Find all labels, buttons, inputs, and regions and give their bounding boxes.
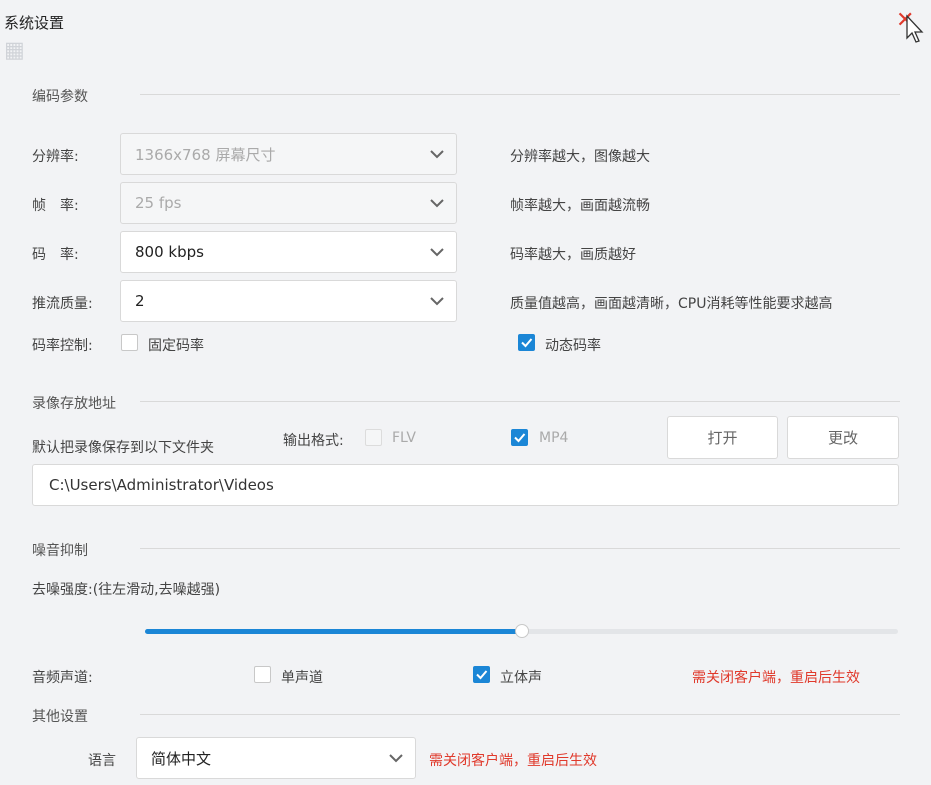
- language-select[interactable]: 简体中文: [136, 737, 416, 779]
- resolution-value: 1366x768 屏幕尺寸: [135, 145, 276, 164]
- recording-desc: 默认把录像保存到以下文件夹: [32, 440, 214, 456]
- check-icon: [514, 433, 526, 443]
- section-title-encoding: 编码参数: [32, 89, 88, 105]
- language-value: 简体中文: [151, 749, 212, 768]
- bitrate-select[interactable]: 800 kbps: [120, 231, 457, 273]
- quality-hint: 质量值越高，画面越清晰，CPU消耗等性能要求越高: [510, 296, 833, 312]
- slider-fill: [145, 629, 522, 634]
- section-divider: [140, 94, 900, 95]
- stereo-checkbox[interactable]: [473, 666, 490, 683]
- chevron-down-icon: [430, 248, 444, 257]
- section-title-recording: 录像存放地址: [32, 396, 116, 412]
- section-divider: [140, 548, 900, 549]
- framerate-select[interactable]: 25 fps: [120, 182, 457, 224]
- chevron-down-icon: [430, 199, 444, 208]
- chevron-down-icon: [389, 754, 403, 763]
- framerate-hint: 帧率越大，画面越流畅: [510, 198, 650, 214]
- chevron-down-icon: [430, 297, 444, 306]
- mouse-cursor-icon: [906, 14, 924, 43]
- fixed-bitrate-checkbox[interactable]: [121, 334, 138, 351]
- recording-path-value: C:\Users\Administrator\Videos: [49, 476, 274, 494]
- section-divider: [140, 714, 900, 715]
- section-title-other: 其他设置: [32, 709, 88, 725]
- audio-restart-notice: 需关闭客户端，重启后生效: [692, 670, 860, 686]
- resolution-label: 分辨率:: [32, 149, 79, 165]
- quality-select[interactable]: 2: [120, 280, 457, 322]
- language-restart-notice: 需关闭客户端，重启后生效: [429, 753, 597, 769]
- flv-checkbox[interactable]: [365, 429, 382, 446]
- resolution-select[interactable]: 1366x768 屏幕尺寸: [120, 133, 457, 175]
- noise-strength-label: 去噪强度:(往左滑动,去噪越强): [32, 582, 221, 598]
- watermark-icon: ▦: [4, 38, 25, 63]
- chevron-down-icon: [430, 150, 444, 159]
- framerate-value: 25 fps: [135, 194, 182, 212]
- slider-thumb[interactable]: [515, 624, 529, 638]
- change-folder-button[interactable]: 更改: [787, 416, 899, 459]
- flv-label: FLV: [392, 430, 416, 446]
- dynamic-bitrate-checkbox[interactable]: [518, 334, 535, 351]
- bitrate-value: 800 kbps: [135, 243, 204, 261]
- resolution-hint: 分辨率越大，图像越大: [510, 149, 650, 165]
- mp4-label: MP4: [539, 430, 569, 446]
- rate-control-label: 码率控制:: [32, 338, 93, 354]
- check-icon: [521, 338, 533, 348]
- noise-strength-slider[interactable]: [145, 624, 898, 640]
- section-title-noise: 噪音抑制: [32, 543, 88, 559]
- audio-channel-label: 音频声道:: [32, 670, 93, 686]
- mono-label: 单声道: [281, 670, 323, 686]
- fixed-bitrate-label: 固定码率: [148, 338, 204, 354]
- quality-value: 2: [135, 292, 145, 310]
- section-divider: [140, 401, 900, 402]
- dynamic-bitrate-label: 动态码率: [545, 338, 601, 354]
- recording-path-field[interactable]: C:\Users\Administrator\Videos: [32, 464, 899, 506]
- open-folder-button[interactable]: 打开: [667, 416, 778, 459]
- output-format-label: 输出格式:: [283, 433, 344, 449]
- mono-checkbox[interactable]: [254, 666, 271, 683]
- language-label: 语言: [88, 753, 116, 769]
- quality-label: 推流质量:: [32, 296, 93, 312]
- mp4-checkbox[interactable]: [511, 429, 528, 446]
- bitrate-hint: 码率越大，画质越好: [510, 247, 636, 263]
- stereo-label: 立体声: [500, 670, 542, 686]
- framerate-label: 帧 率:: [32, 198, 79, 214]
- check-icon: [476, 670, 488, 680]
- bitrate-label: 码 率:: [32, 247, 79, 263]
- window-title: 系统设置: [4, 14, 65, 32]
